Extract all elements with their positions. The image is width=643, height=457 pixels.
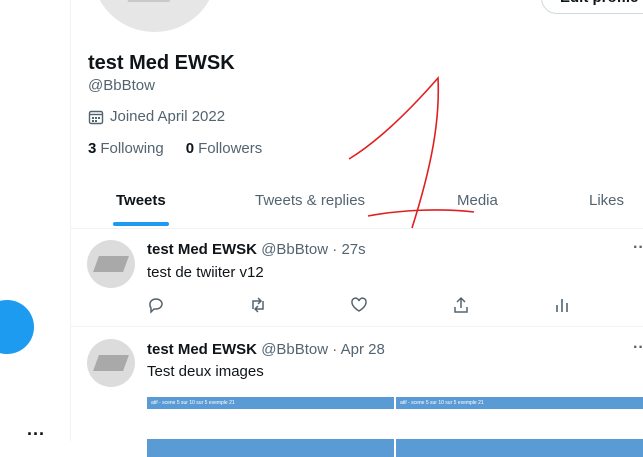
tab-likes[interactable]: Likes [589,192,624,209]
image-caption: atif - scene 5 sur 10 sur 5 exemple 21 [400,400,484,406]
tweet-more-icon[interactable]: ·· [633,239,643,257]
profile-handle: @BbBtow [88,77,155,94]
tab-tweets[interactable]: Tweets [116,192,166,209]
tweet-avatar[interactable] [87,339,135,387]
tweet-author-handle[interactable]: @BbBtow [261,341,328,358]
tweet-author-name[interactable]: test Med EWSK [147,241,257,258]
tweet-time[interactable]: Apr 28 [341,341,385,358]
tweet-author-handle[interactable]: @BbBtow [261,241,328,258]
image-caption: atif - scene 5 sur 10 sur 5 exemple 21 [151,400,235,406]
joined-text: Joined April 2022 [110,108,226,125]
following-label: Following [100,140,164,157]
edit-profile-button[interactable]: Edit profile [541,0,643,14]
analytics-icon[interactable] [553,296,571,319]
follow-stats: 3 Following 0 Followers [88,140,262,157]
profile-name: test Med EWSK [88,52,235,74]
tweet-header: test Med EWSK @BbBtow · 27s [147,241,366,258]
tab-tweets-replies[interactable]: Tweets & replies [255,192,365,209]
tweet-avatar[interactable] [87,240,135,288]
following-link[interactable]: 3 Following [88,140,164,157]
tweet-media[interactable]: atif - scene 5 sur 10 sur 5 exemple 21 a… [147,397,643,457]
tab-media[interactable]: Media [457,192,498,209]
tweet-separator: · [332,341,338,358]
tweet-text: test de twiiter v12 [147,264,264,281]
tweet-item[interactable]: test Med EWSK @BbBtow · 27s ·· test de t… [70,229,643,327]
followers-count: 0 [185,140,195,157]
tweet-actions [147,296,627,316]
calendar-icon [88,110,104,124]
followers-link[interactable]: 0 Followers [186,140,263,157]
tweet-header: test Med EWSK @BbBtow · Apr 28 [147,341,385,358]
like-icon[interactable] [350,296,368,319]
reply-icon[interactable] [147,296,165,319]
followers-label: Followers [198,140,263,157]
tweet-more-icon[interactable]: ·· [633,339,643,357]
left-nav-rail [0,0,71,441]
joined-date: Joined April 2022 [88,108,225,125]
tweet-author-name[interactable]: test Med EWSK [147,341,257,358]
active-tab-indicator [113,222,169,226]
share-icon[interactable] [452,296,470,319]
tweet-time[interactable]: 27s [341,241,365,258]
following-count: 3 [88,140,97,157]
tweet-item[interactable]: test Med EWSK @BbBtow · Apr 28 ·· Test d… [70,327,643,457]
tweet-separator: · [332,241,338,258]
more-options-icon[interactable]: ... [27,420,45,438]
tweet-text: Test deux images [147,363,264,380]
profile-avatar[interactable] [92,0,217,32]
tweet-image[interactable]: atif - scene 5 sur 10 sur 5 exemple 21 [147,397,394,457]
retweet-icon[interactable] [249,296,267,319]
tweet-image[interactable]: atif - scene 5 sur 10 sur 5 exemple 21 [396,397,643,457]
